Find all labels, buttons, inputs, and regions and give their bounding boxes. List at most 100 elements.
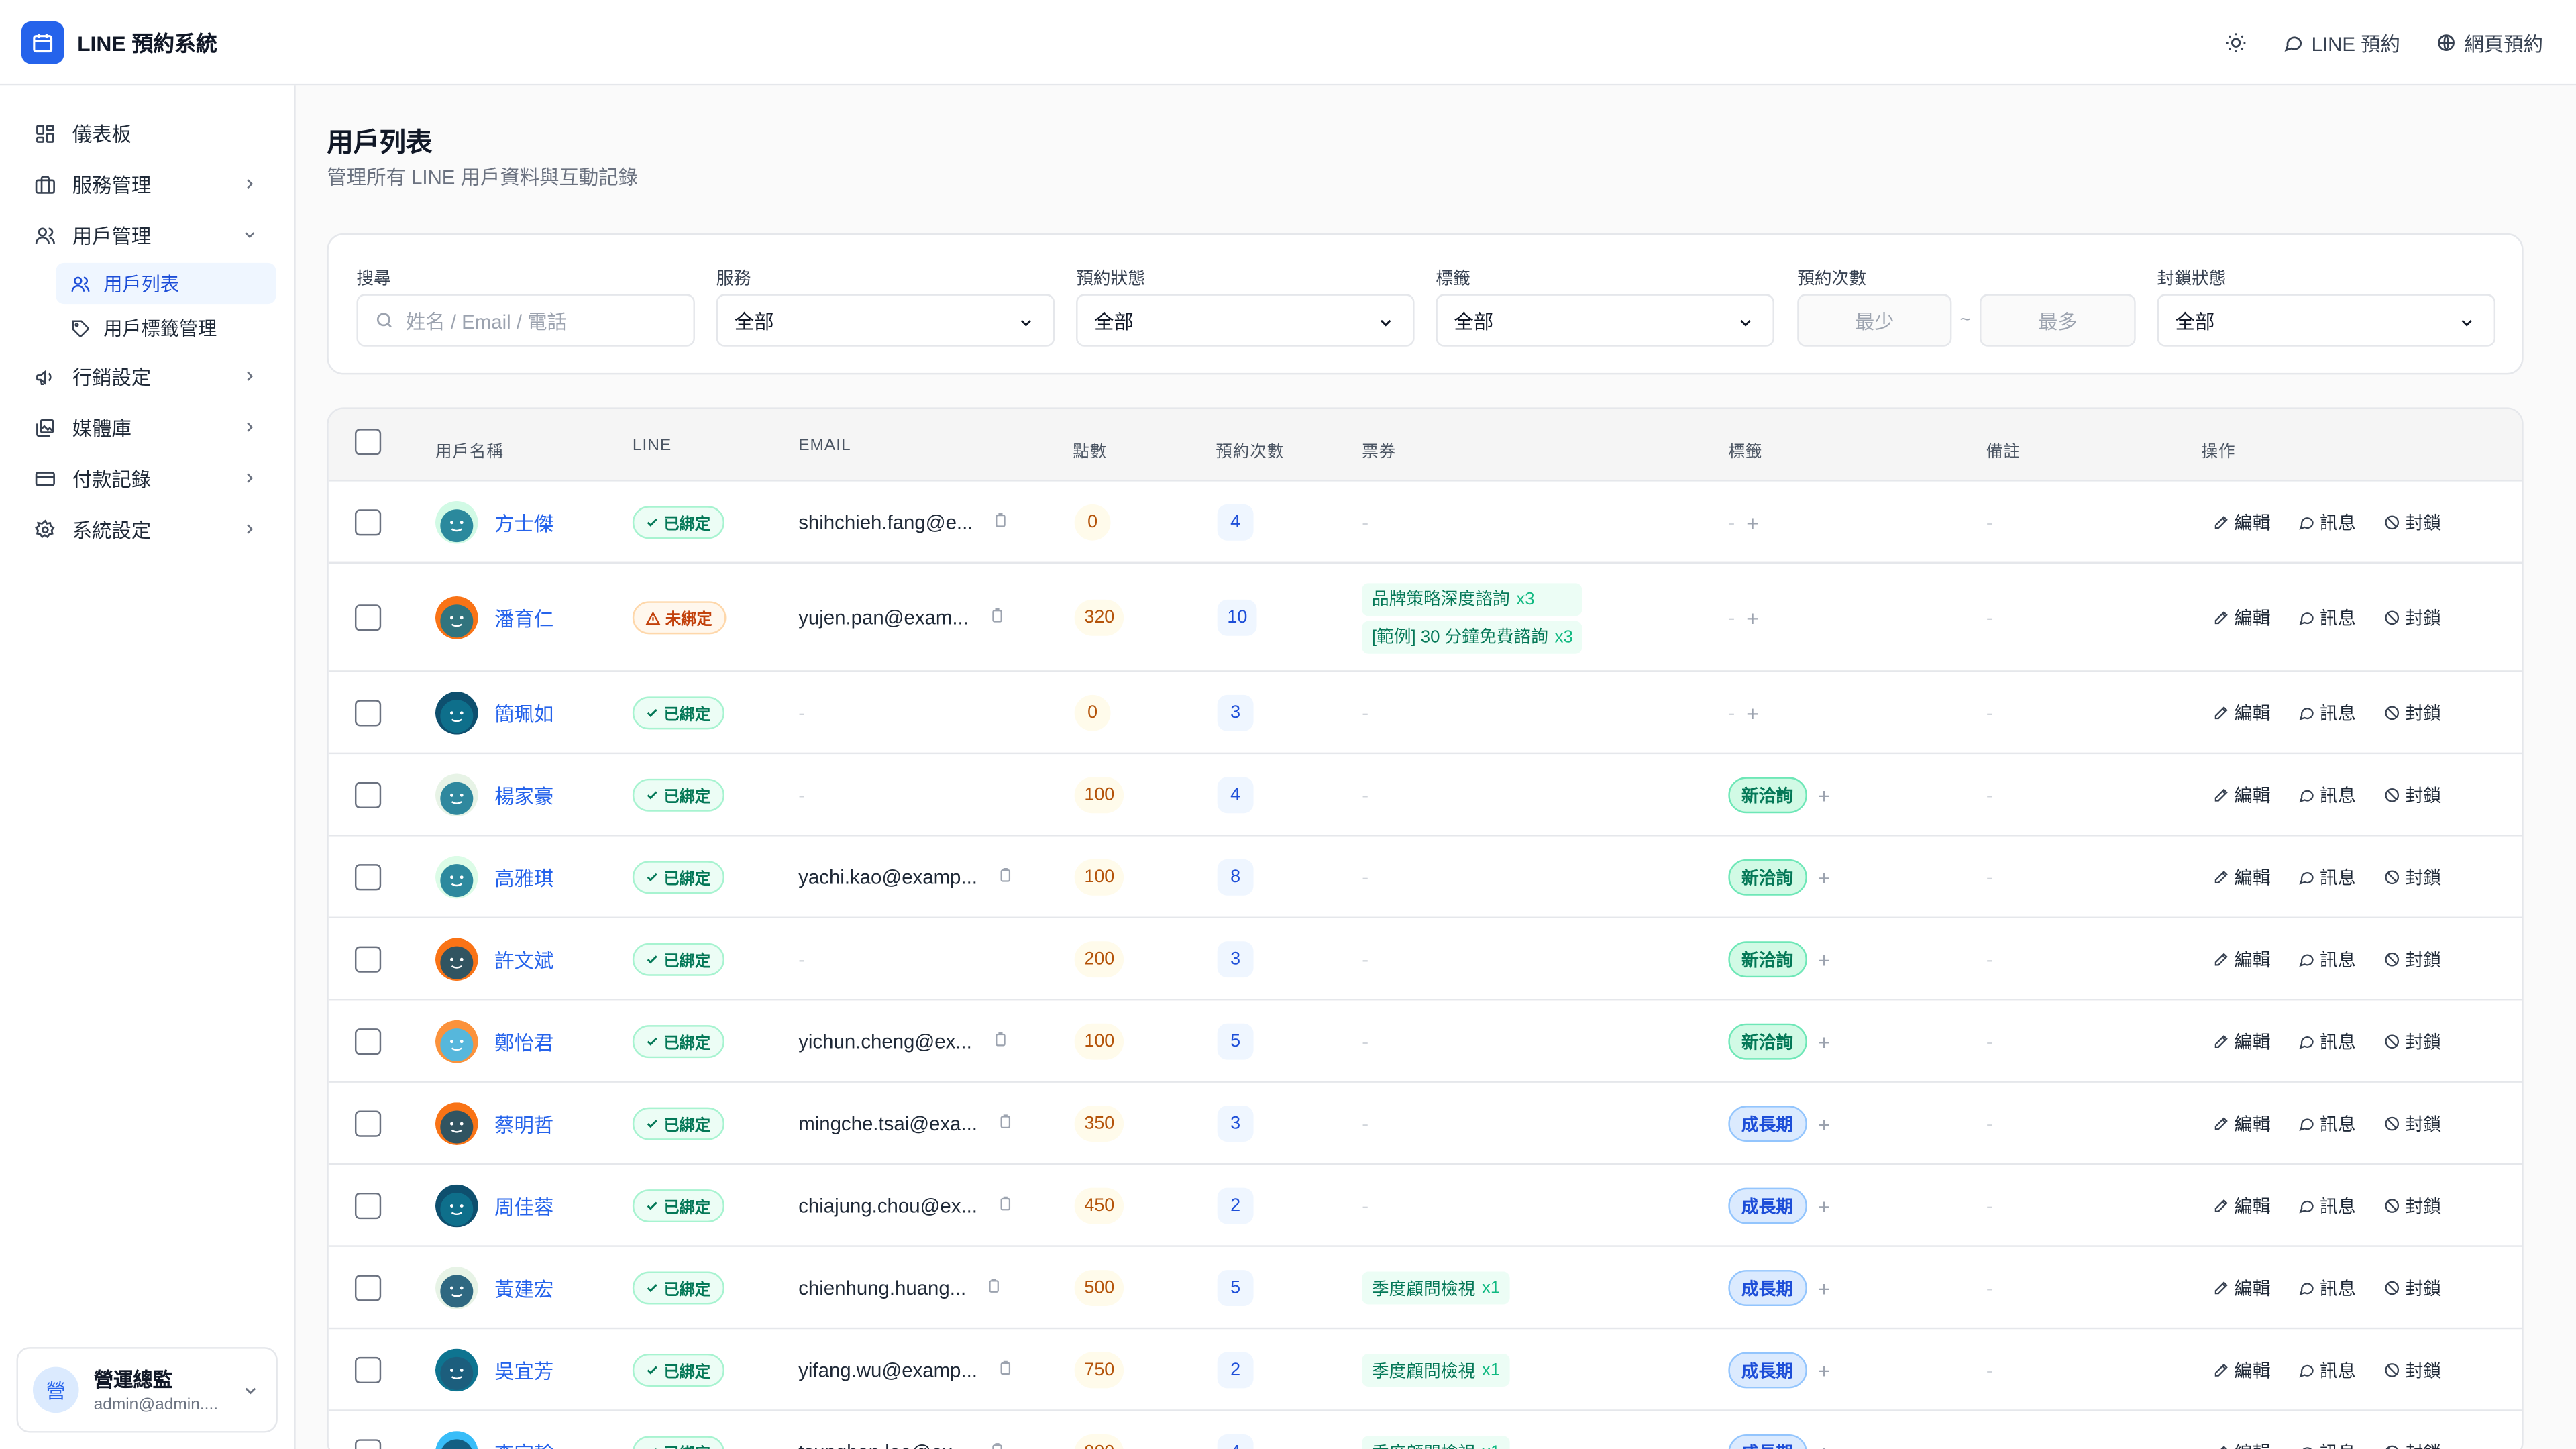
user-name-link[interactable]: 潘育仁 <box>494 604 553 632</box>
copy-icon[interactable] <box>997 1355 1013 1385</box>
add-tag-button[interactable]: + <box>1746 605 1759 630</box>
select-all-checkbox[interactable] <box>354 429 382 455</box>
sidebar-item-payments[interactable]: 付款記錄 <box>0 453 294 504</box>
sidebar-item-users[interactable]: 用戶管理 <box>0 210 294 261</box>
search-input[interactable]: 姓名 / Email / 電話 <box>356 294 695 347</box>
add-tag-button[interactable]: + <box>1818 1029 1831 1054</box>
row-checkbox[interactable] <box>354 1275 382 1301</box>
add-tag-button[interactable]: + <box>1818 783 1831 808</box>
message-button[interactable]: 訊息 <box>2298 782 2356 808</box>
header-points[interactable]: 點數 <box>1073 437 1107 462</box>
row-checkbox[interactable] <box>354 782 382 808</box>
tag-badge[interactable]: 成長期 <box>1728 1106 1807 1142</box>
block-button[interactable]: 封鎖 <box>2383 509 2441 535</box>
edit-button[interactable]: 編輯 <box>2213 1439 2271 1449</box>
row-checkbox[interactable] <box>354 1110 382 1137</box>
edit-button[interactable]: 編輯 <box>2213 1193 2271 1219</box>
note-value[interactable]: - <box>1986 866 1993 889</box>
user-name-link[interactable]: 鄭怡君 <box>494 1028 553 1056</box>
table-row[interactable]: 蔡明哲 已綁定 mingche.tsai@exa... 350 3 - 成長期 + - 編輯 訊息 封… <box>328 1083 2522 1165</box>
user-name-link[interactable]: 蔡明哲 <box>494 1110 553 1138</box>
message-button[interactable]: 訊息 <box>2298 700 2356 726</box>
copy-icon[interactable] <box>988 603 1004 633</box>
note-value[interactable]: - <box>1986 511 1993 534</box>
add-tag-button[interactable]: + <box>1818 1358 1831 1383</box>
add-tag-button[interactable]: + <box>1818 865 1831 890</box>
sidebar-item-settings[interactable]: 系統設定 <box>0 504 294 555</box>
header-name[interactable]: 用戶名稱 <box>435 437 504 462</box>
block-button[interactable]: 封鎖 <box>2383 700 2441 726</box>
status-select[interactable]: 全部 <box>1076 294 1415 347</box>
header-count[interactable]: 預約次數 <box>1216 437 1284 462</box>
block-button[interactable]: 封鎖 <box>2383 782 2441 808</box>
copy-icon[interactable] <box>986 1273 1002 1303</box>
note-value[interactable]: - <box>1986 1441 1993 1449</box>
edit-button[interactable]: 編輯 <box>2213 947 2271 973</box>
account-menu[interactable]: 營 營運總監 admin@admin.... <box>16 1347 278 1433</box>
table-row[interactable]: 周佳蓉 已綁定 chiajung.chou@ex... 450 2 - 成長期 + - 編輯 訊息 封… <box>328 1165 2522 1247</box>
block-button[interactable]: 封鎖 <box>2383 1193 2441 1219</box>
note-value[interactable]: - <box>1986 702 1993 724</box>
edit-button[interactable]: 編輯 <box>2213 1028 2271 1055</box>
tag-badge[interactable]: 成長期 <box>1728 1187 1807 1224</box>
block-button[interactable]: 封鎖 <box>2383 947 2441 973</box>
note-value[interactable]: - <box>1986 1112 1993 1135</box>
tag-badge[interactable]: 成長期 <box>1728 1352 1807 1389</box>
row-checkbox[interactable] <box>354 1192 382 1220</box>
table-row[interactable]: 簡珮如 已綁定 -0 3- - + - 編輯 訊息 封鎖 <box>328 672 2522 755</box>
copy-icon[interactable] <box>997 1109 1013 1138</box>
sidebar-item-dashboard[interactable]: 儀表板 <box>0 109 294 160</box>
edit-button[interactable]: 編輯 <box>2213 700 2271 726</box>
row-checkbox[interactable] <box>354 604 382 631</box>
block-button[interactable]: 封鎖 <box>2383 1357 2441 1383</box>
booking-count-badge[interactable]: 8 <box>1217 859 1254 896</box>
count-min-input[interactable]: 最少 <box>1797 294 1952 347</box>
note-value[interactable]: - <box>1986 1030 1993 1053</box>
note-value[interactable]: - <box>1986 1277 1993 1299</box>
booking-count-badge[interactable]: 5 <box>1217 1270 1254 1306</box>
table-row[interactable]: 吳宜芳 已綁定 yifang.wu@examp... 750 2 季度顧問檢視 x1 成長期 +… <box>328 1329 2522 1411</box>
table-row[interactable]: 高雅琪 已綁定 yachi.kao@examp... 100 8 - 新洽詢 + - 編輯 訊息 封鎖 <box>328 837 2522 918</box>
add-tag-button[interactable]: + <box>1746 510 1759 535</box>
add-tag-button[interactable]: + <box>1818 1440 1831 1449</box>
user-name-link[interactable]: 黃建宏 <box>494 1274 553 1302</box>
sidebar-item-user-tags[interactable]: 用戶標籤管理 <box>56 307 276 348</box>
table-row[interactable]: 楊家豪 已綁定 - 100 4 - 新洽詢 + - 編輯 訊息 封鎖 <box>328 754 2522 837</box>
message-button[interactable]: 訊息 <box>2298 1275 2356 1301</box>
copy-icon[interactable] <box>997 863 1013 892</box>
message-button[interactable]: 訊息 <box>2298 1439 2356 1449</box>
message-button[interactable]: 訊息 <box>2298 1028 2356 1055</box>
message-button[interactable]: 訊息 <box>2298 864 2356 890</box>
block-select[interactable]: 全部 <box>2157 294 2496 347</box>
block-button[interactable]: 封鎖 <box>2383 864 2441 890</box>
sidebar-item-services[interactable]: 服務管理 <box>0 160 294 211</box>
message-button[interactable]: 訊息 <box>2298 604 2356 631</box>
row-checkbox[interactable] <box>354 1356 382 1384</box>
tag-badge[interactable]: 新洽詢 <box>1728 859 1807 896</box>
booking-count-badge[interactable]: 10 <box>1217 599 1258 636</box>
copy-icon[interactable] <box>997 1191 1013 1221</box>
row-checkbox[interactable] <box>354 700 382 727</box>
sidebar-item-marketing[interactable]: 行銷設定 <box>0 352 294 402</box>
message-button[interactable]: 訊息 <box>2298 1193 2356 1219</box>
theme-toggle-button[interactable] <box>2224 32 2247 54</box>
sidebar-item-media[interactable]: 媒體庫 <box>0 402 294 453</box>
user-name-link[interactable]: 吳宜芳 <box>494 1356 553 1385</box>
edit-button[interactable]: 編輯 <box>2213 1275 2271 1301</box>
message-button[interactable]: 訊息 <box>2298 1111 2356 1137</box>
user-name-link[interactable]: 高雅琪 <box>494 863 553 892</box>
table-row[interactable]: 許文斌 已綁定 - 200 3 - 新洽詢 + - 編輯 訊息 封鎖 <box>328 918 2522 1001</box>
booking-count-badge[interactable]: 3 <box>1217 1106 1254 1142</box>
tag-select[interactable]: 全部 <box>1436 294 1774 347</box>
message-button[interactable]: 訊息 <box>2298 509 2356 535</box>
user-name-link[interactable]: 簡珮如 <box>494 699 553 727</box>
user-name-link[interactable]: 楊家豪 <box>494 781 553 809</box>
edit-button[interactable]: 編輯 <box>2213 782 2271 808</box>
add-tag-button[interactable]: + <box>1818 947 1831 972</box>
user-name-link[interactable]: 周佳蓉 <box>494 1192 553 1220</box>
block-button[interactable]: 封鎖 <box>2383 1275 2441 1301</box>
note-value[interactable]: - <box>1986 948 1993 971</box>
header-notes[interactable]: 備註 <box>1986 437 2021 462</box>
note-value[interactable]: - <box>1986 606 1993 629</box>
message-button[interactable]: 訊息 <box>2298 947 2356 973</box>
